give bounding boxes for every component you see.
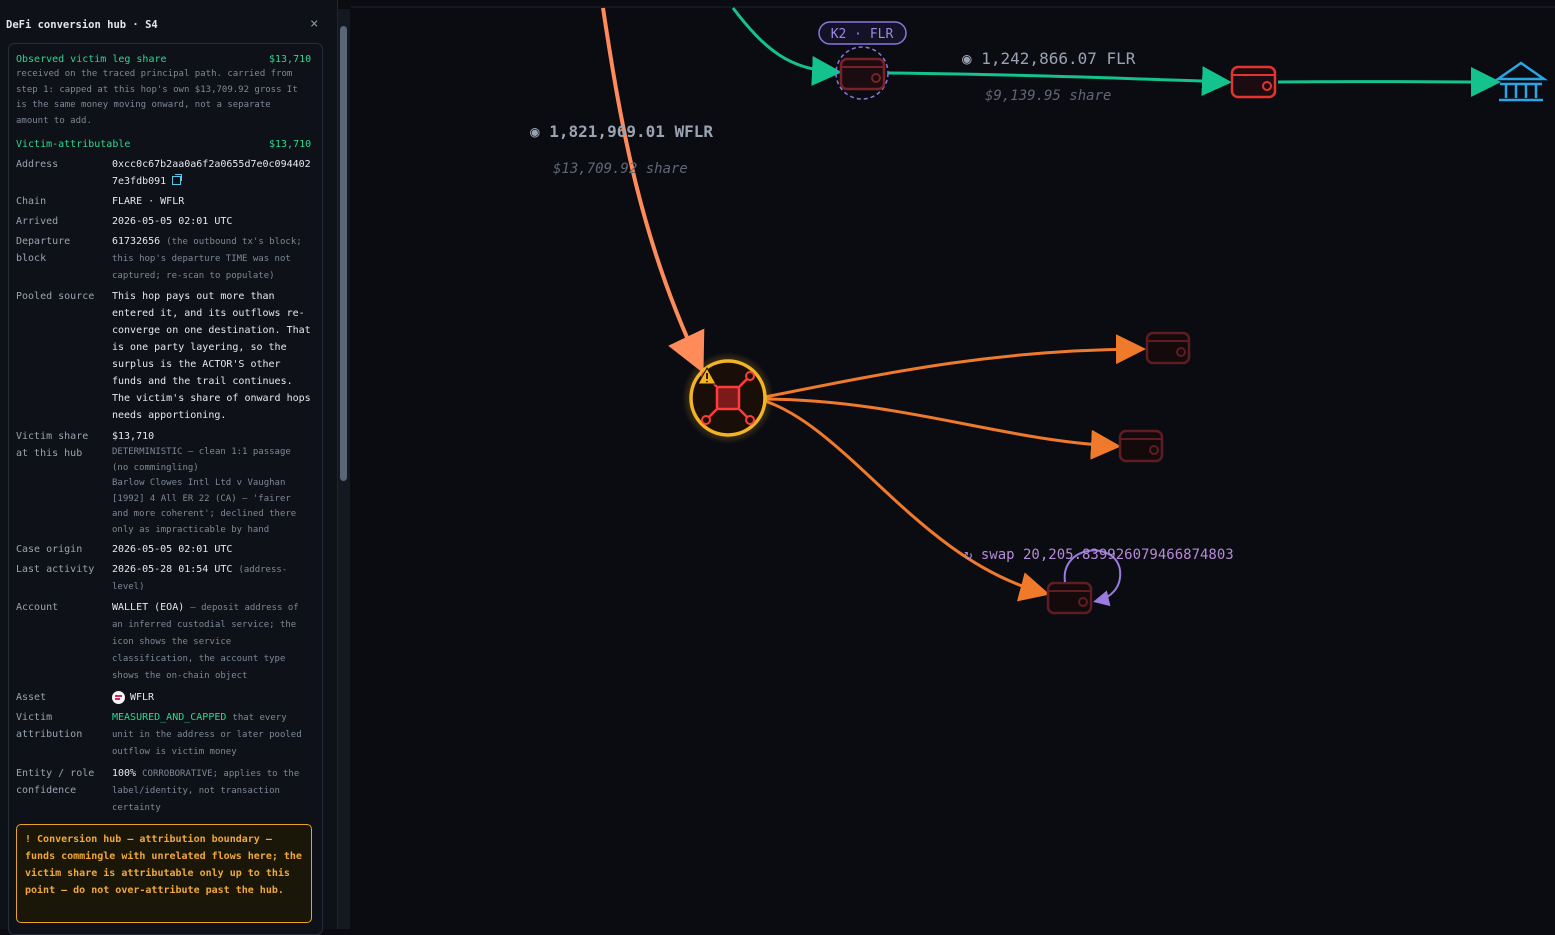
k2-label: K2 · FLR bbox=[831, 27, 894, 42]
bank-icon[interactable] bbox=[1498, 63, 1544, 100]
flow-edge-inbound[interactable] bbox=[603, 8, 700, 366]
flow-edge-green-mid[interactable] bbox=[888, 73, 1226, 82]
wallet-node-out-3[interactable] bbox=[1048, 583, 1091, 613]
flow-edge-out-2[interactable] bbox=[765, 399, 1115, 446]
flow-edge-out-1[interactable] bbox=[765, 349, 1140, 397]
wallet-node-flr[interactable] bbox=[1232, 67, 1275, 97]
wallet-node-k2[interactable] bbox=[836, 47, 888, 99]
graph-canvas[interactable]: K2 · FLR ◉ 1,242,866.07 FLR $9,139.95 sh… bbox=[0, 0, 1555, 929]
wallet-node-out-2[interactable] bbox=[1120, 431, 1162, 461]
flr-share: $9,139.95 share bbox=[985, 88, 1111, 104]
flr-amount: ◉ 1,242,866.07 FLR bbox=[962, 49, 1136, 68]
swap-label: ↻ swap 20,205.839926079466874803 bbox=[964, 547, 1234, 563]
wflr-share: $13,709.92 share bbox=[553, 161, 688, 177]
conversion-hub-node[interactable] bbox=[682, 352, 774, 444]
wflr-amount: ◉ 1,821,969.01 WFLR bbox=[530, 122, 713, 141]
wallet-node-out-1[interactable] bbox=[1147, 333, 1189, 363]
